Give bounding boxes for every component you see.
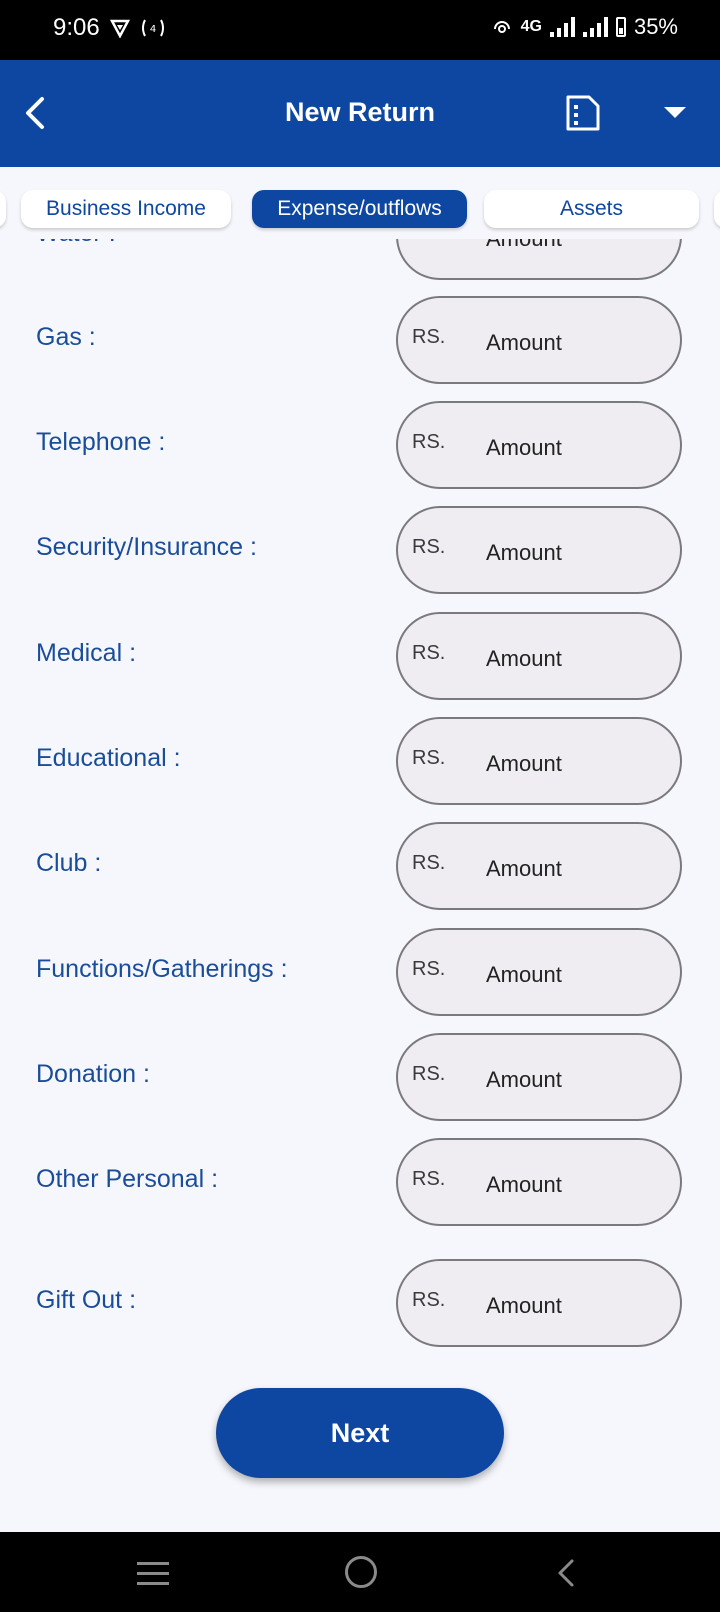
currency-prefix: RS. — [412, 747, 446, 769]
currency-prefix: RS. — [412, 326, 446, 348]
amount-placeholder: Amount — [486, 751, 562, 776]
amount-input-educational[interactable]: RS. Amount — [396, 717, 682, 805]
field-label: Water : — [36, 239, 116, 248]
amount-input-water[interactable]: RS. Amount — [396, 239, 682, 280]
amount-input-other-personal[interactable]: RS. Amount — [396, 1138, 682, 1226]
recent-apps-icon[interactable] — [137, 1562, 169, 1586]
section-tabs: Business Income Expense/outflows Assets — [0, 167, 720, 239]
amount-placeholder: Amount — [486, 1293, 562, 1318]
field-label: Educational : — [36, 744, 181, 772]
amount-input-telephone[interactable]: RS. Amount — [396, 401, 682, 489]
currency-prefix: RS. — [412, 1289, 446, 1311]
amount-placeholder: Amount — [486, 239, 562, 252]
amount-placeholder: Amount — [486, 646, 562, 671]
form-row-other-personal: Other Personal : RS. Amount — [0, 1138, 720, 1226]
status-time: 9:06 — [53, 14, 100, 41]
field-label: Security/Insurance : — [36, 533, 257, 561]
status-right-icons: 4G 35% — [491, 14, 678, 40]
expense-form: Water : RS. Amount Gas : RS. Amount Tele… — [0, 239, 720, 1357]
form-row-medical: Medical : RS. Amount — [0, 612, 720, 700]
form-row-functions-gatherings: Functions/Gatherings : RS. Amount — [0, 928, 720, 1016]
currency-prefix: RS. — [412, 1168, 446, 1190]
field-label: Donation : — [36, 1060, 150, 1088]
page-title: New Return — [284, 97, 436, 127]
tab-previous[interactable] — [0, 190, 6, 228]
field-label: Other Personal : — [36, 1165, 219, 1193]
currency-prefix: RS. — [412, 431, 446, 453]
form-row-club: Club : RS. Amount — [0, 822, 720, 910]
form-row-donation: Donation : RS. Amount — [0, 1033, 720, 1121]
currency-prefix: RS. — [412, 852, 446, 874]
network-type: 4G — [520, 18, 542, 35]
battery-percent: 35% — [633, 14, 678, 39]
hotspot-icon: 4 — [142, 19, 164, 37]
form-row-gift-out: Gift Out : RS. Amount — [0, 1259, 720, 1347]
form-row-educational: Educational : RS. Amount — [0, 717, 720, 805]
amount-placeholder: Amount — [486, 962, 562, 987]
battery-icon — [615, 17, 626, 37]
status-left-icons: 4 — [110, 17, 166, 39]
system-nav-bar — [0, 1532, 720, 1612]
amount-placeholder: Amount — [486, 856, 562, 881]
amount-placeholder: Amount — [486, 435, 562, 460]
app-bar: New Return — [0, 60, 720, 167]
tab-next[interactable] — [714, 190, 720, 228]
form-row-gas: Gas : RS. Amount — [0, 296, 720, 384]
amount-input-security-insurance[interactable]: RS. Amount — [396, 506, 682, 594]
field-label: Functions/Gatherings : — [36, 955, 288, 983]
currency-prefix: RS. — [412, 642, 446, 664]
amount-input-gift-out[interactable]: RS. Amount — [396, 1259, 682, 1347]
signal-icon-2 — [582, 17, 608, 37]
amount-placeholder: Amount — [486, 540, 562, 565]
form-row-security-insurance: Security/Insurance : RS. Amount — [0, 506, 720, 594]
dropdown-caret-icon[interactable] — [664, 107, 686, 118]
field-label: Medical : — [36, 639, 137, 667]
amount-input-medical[interactable]: RS. Amount — [396, 612, 682, 700]
signal-icon — [549, 17, 575, 37]
currency-prefix: RS. — [412, 1063, 446, 1085]
field-label: Telephone : — [36, 428, 166, 456]
document-icon[interactable] — [565, 94, 601, 132]
tab-expense-outflows[interactable]: Expense/outflows — [252, 190, 467, 228]
home-icon[interactable] — [345, 1556, 377, 1588]
amount-placeholder: Amount — [486, 1067, 562, 1092]
tab-business-income[interactable]: Business Income — [21, 190, 231, 228]
field-label: Gas : — [36, 323, 96, 351]
amount-placeholder: Amount — [486, 330, 562, 355]
amount-input-donation[interactable]: RS. Amount — [396, 1033, 682, 1121]
status-bar: 9:06 4 4G 35% — [0, 0, 720, 60]
amount-input-club[interactable]: RS. Amount — [396, 822, 682, 910]
svg-text:4: 4 — [150, 24, 156, 35]
tab-assets[interactable]: Assets — [484, 190, 699, 228]
amount-input-gas[interactable]: RS. Amount — [396, 296, 682, 384]
field-label: Gift Out : — [36, 1286, 137, 1314]
wifi-calling-icon — [493, 21, 510, 33]
currency-prefix: RS. — [412, 958, 446, 980]
system-back-icon[interactable] — [556, 1558, 576, 1588]
amount-input-functions-gatherings[interactable]: RS. Amount — [396, 928, 682, 1016]
currency-prefix: RS. — [412, 239, 445, 245]
amount-placeholder: Amount — [486, 1172, 562, 1197]
currency-prefix: RS. — [412, 536, 446, 558]
form-row-water: Water : RS. Amount — [0, 239, 720, 280]
field-label: Club : — [36, 849, 102, 877]
next-button[interactable]: Next — [216, 1388, 504, 1478]
form-row-telephone: Telephone : RS. Amount — [0, 401, 720, 489]
vpn-shield-icon — [110, 19, 130, 38]
